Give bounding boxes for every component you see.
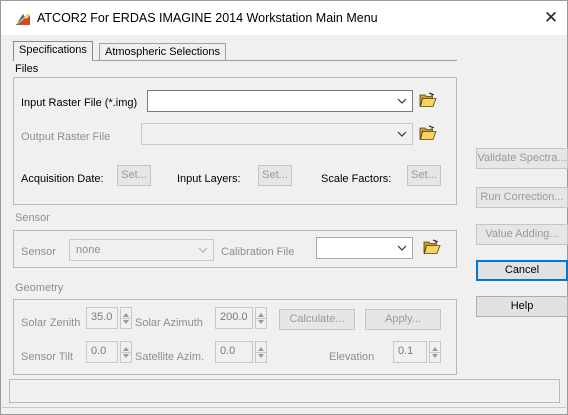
chevron-down-icon [397, 131, 407, 137]
satellite-azimuth-label: Satellite Azim. [135, 351, 205, 363]
input-raster-label: Input Raster File (*.img) [21, 97, 138, 109]
geometry-section-label: Geometry [15, 282, 64, 294]
acquisition-date-set-button[interactable]: Set... [117, 165, 151, 186]
sensor-tilt-label: Sensor Tilt [21, 351, 73, 363]
elevation-value[interactable]: 0.1 [393, 341, 427, 363]
help-button[interactable]: Help [476, 296, 568, 317]
sensor-section-label: Sensor [15, 212, 50, 224]
run-correction-button[interactable]: Run Correction... [476, 187, 568, 208]
solar-zenith-value[interactable]: 35.0 [86, 307, 118, 329]
window-bottom-edge [2, 407, 566, 408]
window-title: ATCOR2 For ERDAS IMAGINE 2014 Workstatio… [37, 11, 378, 25]
acquisition-date-label: Acquisition Date: [21, 173, 104, 185]
cancel-button[interactable]: Cancel [476, 260, 568, 281]
calculate-button[interactable]: Calculate... [279, 309, 355, 330]
solar-zenith-label: Solar Zenith [21, 317, 81, 329]
scale-factors-set-button[interactable]: Set... [407, 165, 441, 186]
solar-azimuth-label: Solar Azimuth [135, 317, 203, 329]
input-layers-label: Input Layers: [177, 173, 241, 185]
tab-atmospheric-selections[interactable]: Atmospheric Selections [99, 43, 226, 61]
tab-specifications[interactable]: Specifications [13, 41, 93, 61]
input-layers-set-button[interactable]: Set... [258, 165, 292, 186]
spin-up-down-icon[interactable] [255, 307, 267, 329]
elevation-label: Elevation [329, 351, 375, 363]
sensor-label: Sensor [21, 246, 56, 258]
scale-factors-label: Scale Factors: [321, 173, 392, 185]
spin-up-down-icon[interactable] [255, 341, 267, 363]
solar-azimuth-value[interactable]: 200.0 [215, 307, 253, 329]
title-bar: ATCOR2 For ERDAS IMAGINE 2014 Workstatio… [1, 1, 567, 35]
status-bar [9, 379, 560, 403]
calibration-file-label: Calibration File [221, 246, 295, 258]
spin-up-down-icon[interactable] [120, 341, 132, 363]
satellite-azimuth-value[interactable]: 0.0 [215, 341, 253, 363]
output-raster-combo[interactable] [141, 123, 413, 145]
open-folder-icon[interactable] [419, 125, 437, 141]
sensor-tilt-value[interactable]: 0.0 [86, 341, 118, 363]
input-raster-combo[interactable] [147, 90, 413, 112]
calibration-file-combo[interactable] [316, 237, 413, 259]
value-adding-button[interactable]: Value Adding... [476, 224, 568, 245]
sensor-combo[interactable]: none [69, 239, 214, 261]
chevron-down-icon [397, 98, 407, 104]
sensor-value: none [76, 244, 101, 256]
files-section-label: Files [15, 63, 39, 75]
spin-up-down-icon[interactable] [120, 307, 132, 329]
spin-up-down-icon[interactable] [429, 341, 441, 363]
output-raster-label: Output Raster File [21, 131, 111, 143]
open-folder-icon[interactable] [419, 92, 437, 108]
atcor-app-icon [15, 12, 31, 26]
validate-spectra-button[interactable]: Validate Spectra... [476, 148, 568, 169]
chevron-down-icon [397, 245, 407, 251]
atcor-main-window: ATCOR2 For ERDAS IMAGINE 2014 Workstatio… [0, 0, 568, 415]
chevron-down-icon [198, 247, 208, 253]
apply-button[interactable]: Apply... [365, 309, 441, 330]
open-folder-icon[interactable] [423, 239, 441, 255]
close-window-button[interactable]: ✕ [539, 7, 563, 29]
